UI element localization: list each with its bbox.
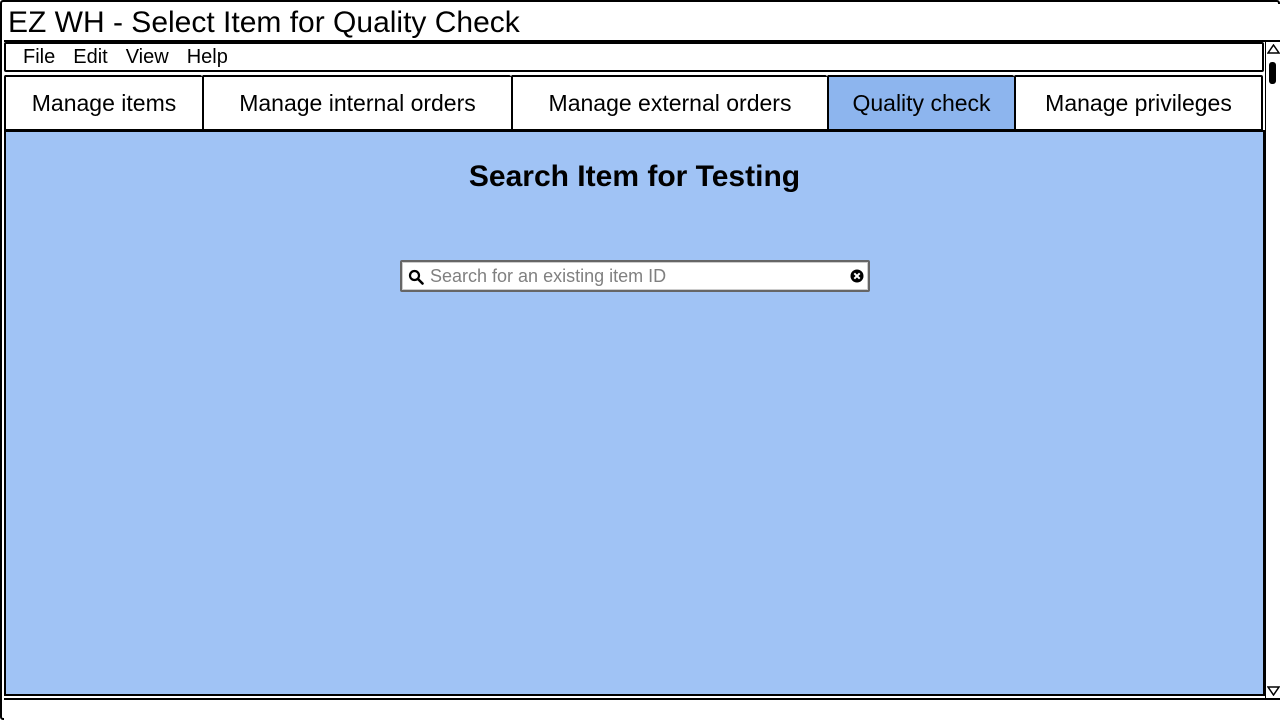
scroll-up-arrow-icon[interactable] [1267, 44, 1280, 54]
tab-manage-privileges[interactable]: Manage privileges [1014, 75, 1263, 131]
vertical-scrollbar[interactable] [1265, 42, 1280, 698]
clear-icon[interactable] [850, 269, 864, 283]
content-panel: Search Item for Testing [4, 130, 1265, 696]
tab-bar: Manage items Manage internal orders Mana… [4, 75, 1263, 131]
menu-item-edit[interactable]: Edit [73, 46, 107, 69]
page-title: Search Item for Testing [468, 160, 801, 193]
search-box[interactable] [400, 260, 870, 292]
window-title: EZ WH - Select Item for Quality Check [4, 4, 1280, 42]
search-input[interactable] [430, 264, 840, 288]
status-bar [4, 698, 1280, 720]
menu-bar: File Edit View Help [4, 42, 1264, 72]
tab-manage-items[interactable]: Manage items [4, 75, 202, 131]
app-window: EZ WH - Select Item for Quality Check Fi… [0, 0, 1280, 720]
tab-manage-internal-orders[interactable]: Manage internal orders [202, 75, 511, 131]
menu-item-view[interactable]: View [126, 46, 169, 69]
scroll-down-arrow-icon[interactable] [1267, 686, 1280, 696]
menu-item-help[interactable]: Help [187, 46, 228, 69]
search-icon [408, 269, 424, 285]
tab-quality-check[interactable]: Quality check [827, 75, 1014, 131]
scroll-thumb[interactable] [1269, 62, 1276, 84]
tab-manage-external-orders[interactable]: Manage external orders [511, 75, 827, 131]
menu-item-file[interactable]: File [23, 46, 55, 69]
